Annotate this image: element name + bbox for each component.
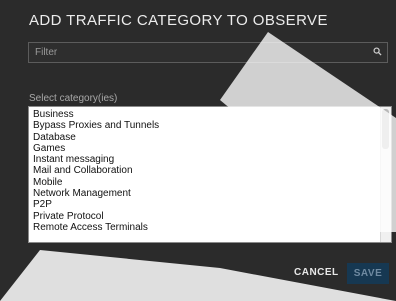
list-item[interactable]: Database [29, 132, 379, 143]
list-item[interactable]: Mobile [29, 177, 379, 188]
list-item[interactable]: Business [29, 109, 379, 120]
list-item[interactable]: Games [29, 143, 379, 154]
category-list: Business Bypass Proxies and Tunnels Data… [29, 109, 379, 233]
list-scrollbar[interactable] [380, 107, 391, 242]
save-button[interactable]: SAVE [347, 263, 389, 284]
dialog-title: ADD TRAFFIC CATEGORY TO OBSERVE [29, 12, 328, 29]
add-traffic-category-dialog: ADD TRAFFIC CATEGORY TO OBSERVE Select c… [0, 0, 396, 301]
list-item[interactable]: Network Management [29, 188, 379, 199]
list-item[interactable]: P2P [29, 199, 379, 210]
list-item[interactable]: Bypass Proxies and Tunnels [29, 120, 379, 131]
filter-input[interactable] [29, 43, 369, 62]
filter-field[interactable] [28, 42, 388, 63]
list-item[interactable]: Remote Access Terminals [29, 222, 379, 233]
list-item[interactable]: Mail and Collaboration [29, 165, 379, 176]
search-icon[interactable] [373, 47, 382, 56]
scrollbar-thumb[interactable] [382, 109, 389, 149]
cancel-button[interactable]: CANCEL [294, 267, 339, 278]
list-item[interactable]: Private Protocol [29, 211, 379, 222]
select-category-label: Select category(ies) [29, 93, 118, 104]
category-listbox[interactable]: Business Bypass Proxies and Tunnels Data… [28, 106, 392, 243]
list-item[interactable]: Instant messaging [29, 154, 379, 165]
